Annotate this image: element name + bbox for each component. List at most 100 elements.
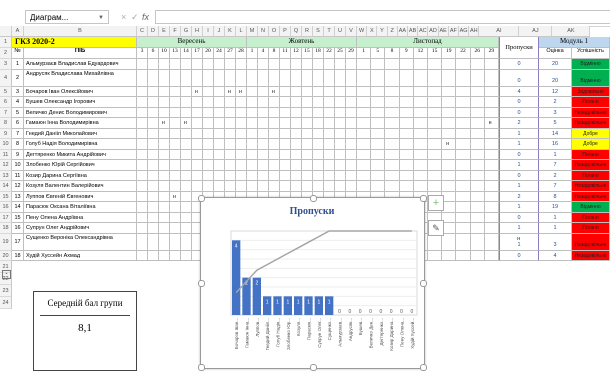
- row-header[interactable]: 15: [0, 191, 12, 202]
- attendance-cell[interactable]: [269, 170, 280, 181]
- attendance-cell[interactable]: [371, 97, 386, 108]
- attendance-cell[interactable]: [456, 59, 471, 70]
- attendance-cell[interactable]: [181, 69, 192, 87]
- attendance-cell[interactable]: [148, 107, 159, 118]
- attendance-cell[interactable]: [170, 181, 181, 192]
- student-name[interactable]: Луппов Євгеній Євгенович: [24, 191, 137, 202]
- attendance-cell[interactable]: [335, 149, 346, 160]
- attendance-cell[interactable]: [324, 69, 335, 87]
- attendance-cell[interactable]: [470, 128, 485, 139]
- attendance-cell[interactable]: [258, 149, 269, 160]
- attendance-cell[interactable]: [357, 139, 372, 150]
- attendance-cell[interactable]: [236, 128, 247, 139]
- attendance-cell[interactable]: [371, 69, 386, 87]
- attendance-cell[interactable]: [170, 69, 181, 87]
- column-header-v[interactable]: V: [346, 26, 357, 37]
- column-header-c[interactable]: C: [137, 26, 148, 37]
- attendance-cell[interactable]: [181, 149, 192, 160]
- student-name[interactable]: Худій Хуссейн Ахмад: [24, 250, 137, 261]
- attendance-cell[interactable]: [456, 86, 471, 97]
- attendance-cell[interactable]: [484, 233, 499, 251]
- attendance-cell[interactable]: [456, 160, 471, 171]
- attendance-cell[interactable]: [203, 160, 214, 171]
- attendance-cell[interactable]: [247, 160, 258, 171]
- attendance-cell[interactable]: [247, 97, 258, 108]
- attendance-cell[interactable]: [181, 107, 192, 118]
- attendance-cell[interactable]: [456, 170, 471, 181]
- column-header-af[interactable]: AF: [448, 26, 459, 37]
- attendance-cell[interactable]: [280, 118, 291, 129]
- attendance-cell[interactable]: [442, 59, 457, 70]
- attendance-cell[interactable]: [456, 128, 471, 139]
- attendance-cell[interactable]: [148, 202, 159, 213]
- attendance-cell[interactable]: [258, 118, 269, 129]
- attendance-cell[interactable]: [159, 97, 170, 108]
- attendance-cell[interactable]: [346, 160, 357, 171]
- attendance-cell[interactable]: [302, 107, 313, 118]
- attendance-cell[interactable]: [456, 212, 471, 223]
- column-header-f[interactable]: F: [170, 26, 181, 37]
- attendance-cell[interactable]: [148, 160, 159, 171]
- attendance-cell[interactable]: [357, 86, 372, 97]
- attendance-cell[interactable]: [484, 107, 499, 118]
- attendance-cell[interactable]: [313, 139, 324, 150]
- attendance-cell[interactable]: [203, 107, 214, 118]
- attendance-cell[interactable]: [170, 118, 181, 129]
- attendance-cell[interactable]: [225, 128, 236, 139]
- student-name[interactable]: Пену Олена Андріївна: [24, 212, 137, 223]
- attendance-cell[interactable]: [335, 128, 346, 139]
- row-header[interactable]: 9: [0, 128, 12, 139]
- attendance-cell[interactable]: [399, 149, 414, 160]
- attendance-cell[interactable]: [192, 97, 203, 108]
- attendance-cell[interactable]: [247, 69, 258, 87]
- attendance-cell[interactable]: [470, 149, 485, 160]
- student-name[interactable]: Злобенко Юрій Сергійович: [24, 160, 137, 171]
- attendance-cell[interactable]: [159, 160, 170, 171]
- attendance-cell[interactable]: [214, 86, 225, 97]
- column-header-z[interactable]: Z: [387, 26, 398, 37]
- attendance-cell[interactable]: [159, 59, 170, 70]
- column-header-o[interactable]: O: [269, 26, 280, 37]
- attendance-cell[interactable]: [442, 160, 457, 171]
- attendance-cell[interactable]: [346, 118, 357, 129]
- attendance-cell[interactable]: [428, 233, 443, 251]
- attendance-cell[interactable]: [413, 181, 428, 192]
- attendance-cell[interactable]: [203, 86, 214, 97]
- attendance-cell[interactable]: [413, 69, 428, 87]
- attendance-cell[interactable]: [470, 233, 485, 251]
- attendance-cell[interactable]: [484, 181, 499, 192]
- attendance-cell[interactable]: [280, 170, 291, 181]
- attendance-cell[interactable]: [428, 139, 443, 150]
- attendance-cell[interactable]: [357, 118, 372, 129]
- attendance-cell[interactable]: [346, 86, 357, 97]
- chart-elements-button[interactable]: +: [428, 195, 444, 211]
- attendance-cell[interactable]: [236, 149, 247, 160]
- attendance-cell[interactable]: [181, 212, 192, 223]
- attendance-cell[interactable]: [148, 181, 159, 192]
- attendance-cell[interactable]: [137, 59, 148, 70]
- attendance-cell[interactable]: [442, 86, 457, 97]
- attendance-cell[interactable]: [385, 160, 400, 171]
- attendance-cell[interactable]: [484, 86, 499, 97]
- attendance-cell[interactable]: [170, 233, 181, 251]
- attendance-cell[interactable]: [291, 181, 302, 192]
- attendance-cell[interactable]: [203, 59, 214, 70]
- attendance-cell[interactable]: [225, 97, 236, 108]
- attendance-cell[interactable]: [258, 160, 269, 171]
- attendance-cell[interactable]: [442, 170, 457, 181]
- attendance-cell[interactable]: [203, 128, 214, 139]
- attendance-cell[interactable]: [442, 223, 457, 234]
- attendance-cell[interactable]: [192, 107, 203, 118]
- resize-handle-top-right[interactable]: [420, 195, 427, 202]
- resize-handle-left[interactable]: [198, 280, 205, 287]
- attendance-cell[interactable]: [280, 181, 291, 192]
- attendance-cell[interactable]: [470, 97, 485, 108]
- attendance-cell[interactable]: [137, 128, 148, 139]
- attendance-cell[interactable]: [357, 59, 372, 70]
- attendance-cell[interactable]: [247, 59, 258, 70]
- attendance-cell[interactable]: [291, 170, 302, 181]
- attendance-cell[interactable]: [399, 59, 414, 70]
- attendance-cell[interactable]: [148, 250, 159, 261]
- attendance-cell[interactable]: [371, 160, 386, 171]
- attendance-cell[interactable]: [247, 118, 258, 129]
